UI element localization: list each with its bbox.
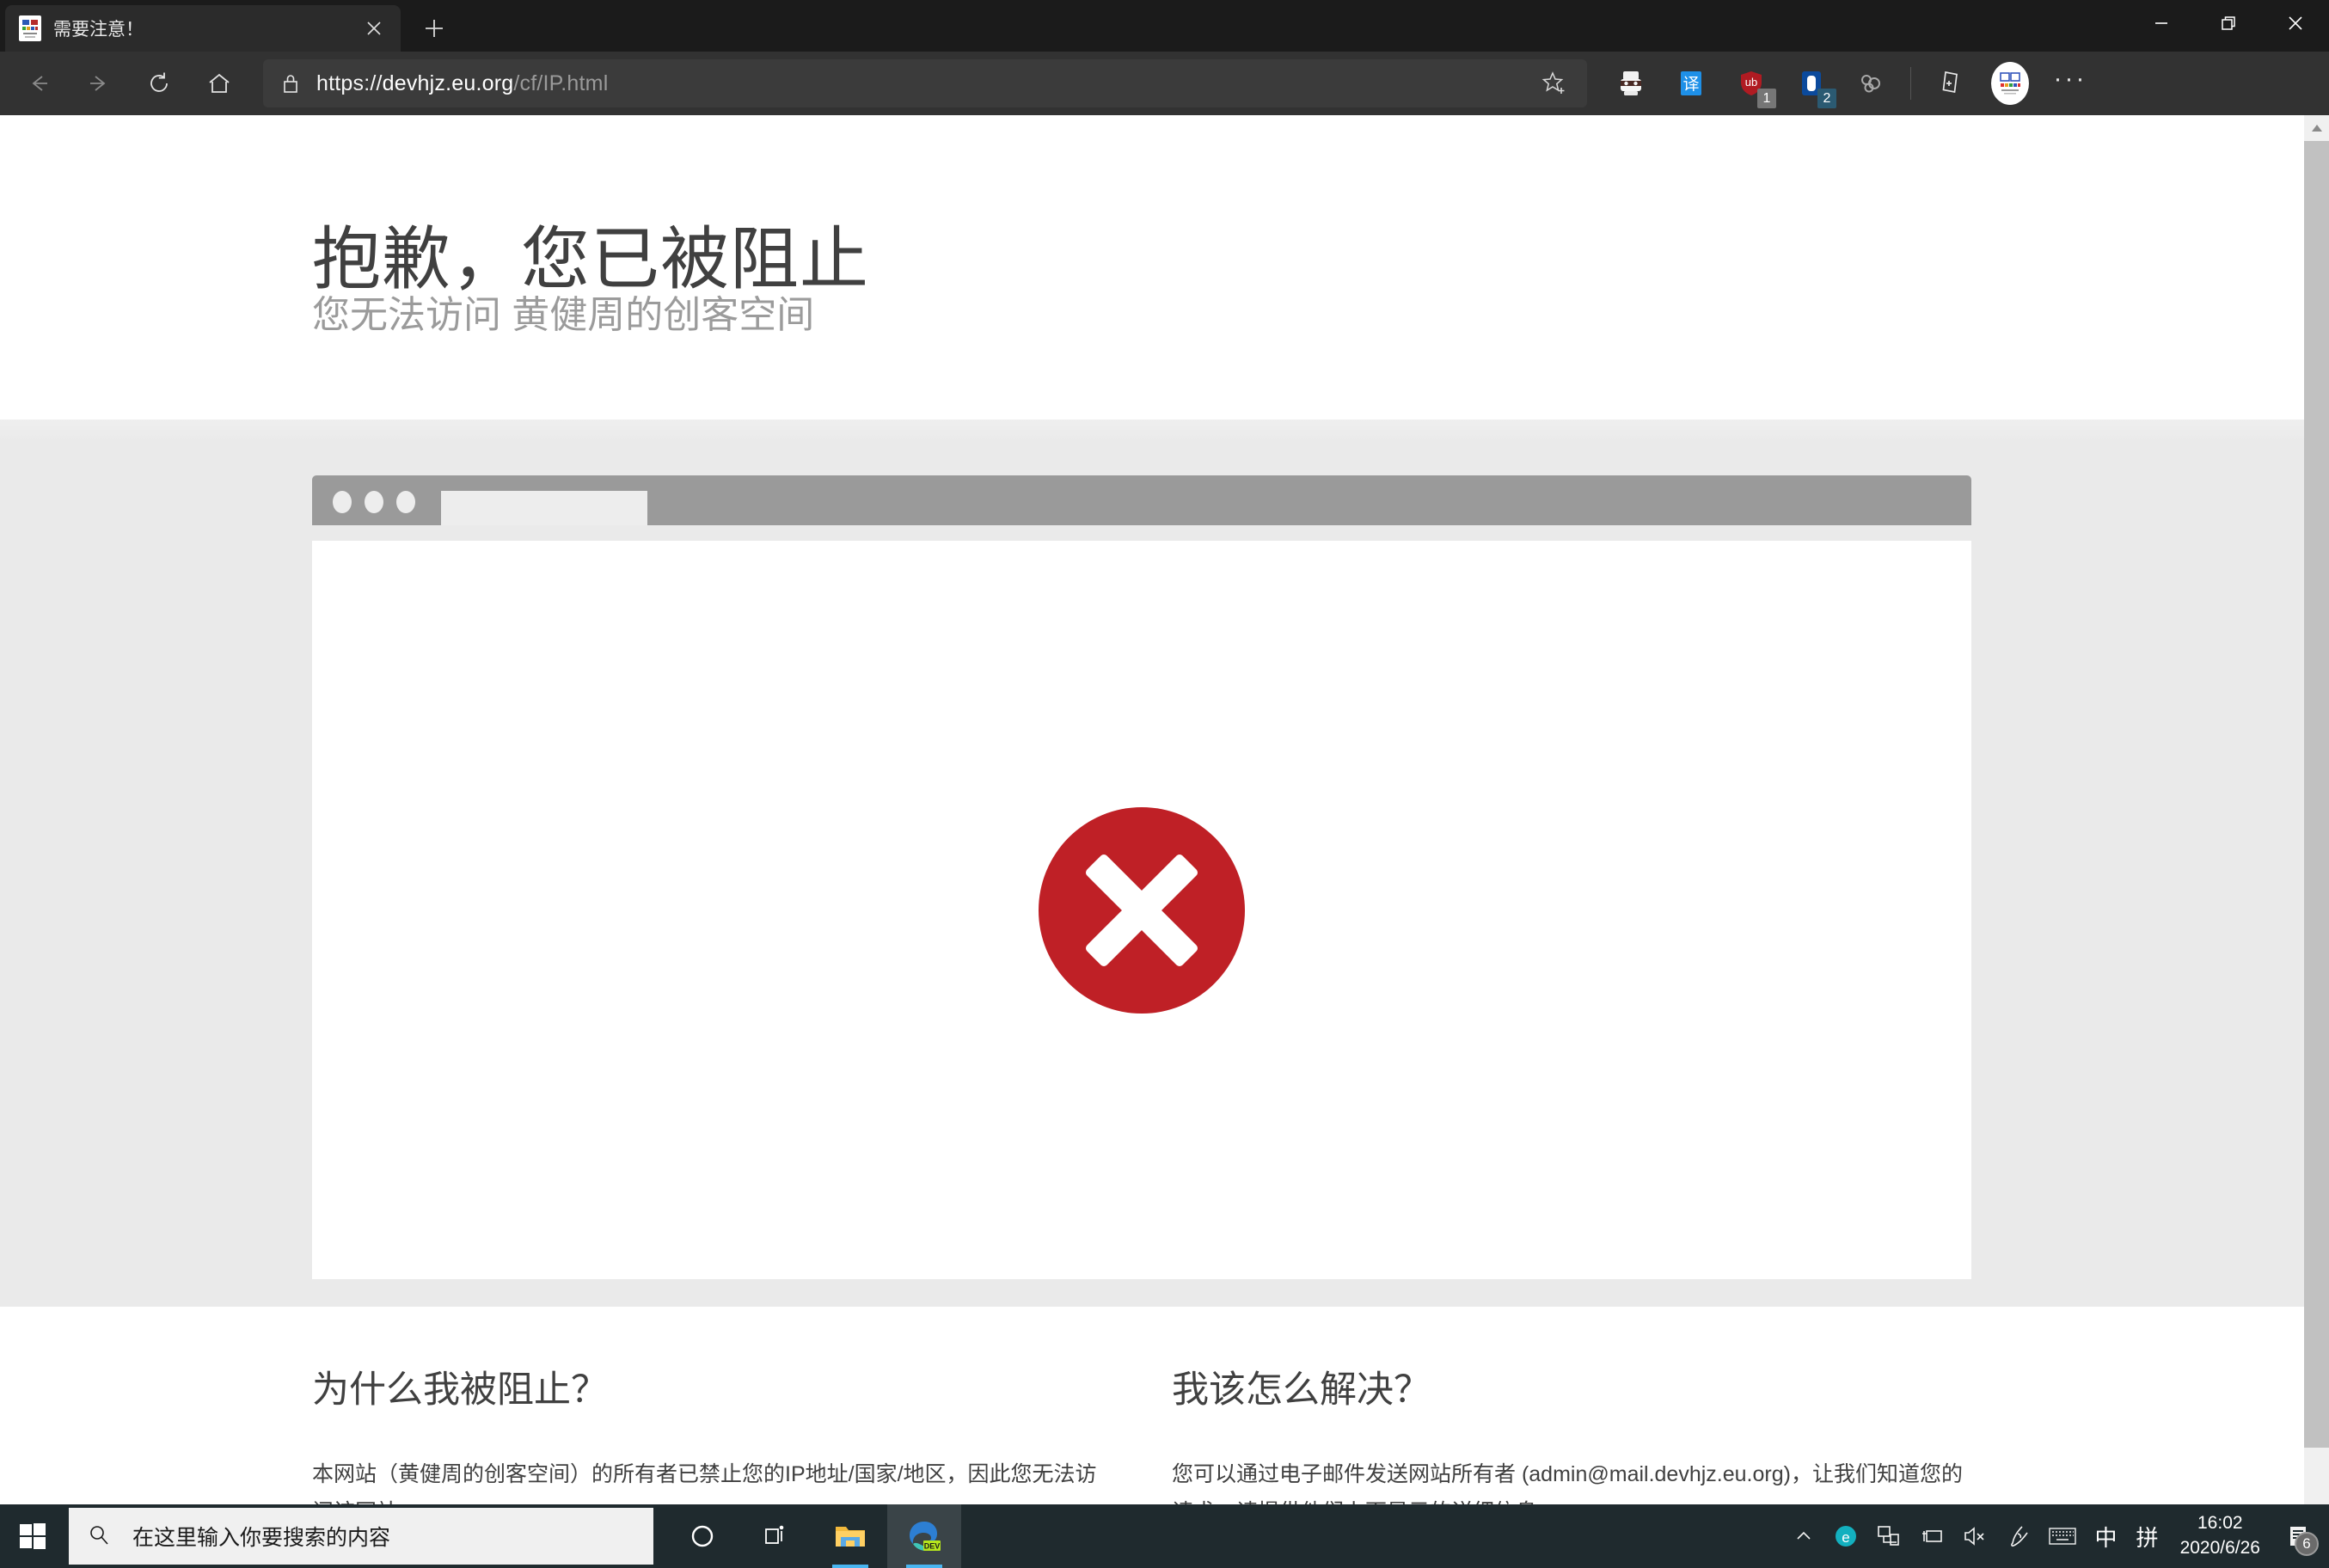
app-running-underline xyxy=(832,1565,868,1568)
mock-dot-2 xyxy=(365,491,383,513)
new-tab-button[interactable] xyxy=(414,9,454,48)
svg-text:e: e xyxy=(1842,1529,1849,1546)
windows-taskbar: 在这里输入你要搜索的内容 DEV e 中 拼 16:02 2020/6/26 6 xyxy=(0,1504,2329,1568)
search-placeholder: 在这里输入你要搜索的内容 xyxy=(132,1526,391,1550)
edge-dev-icon[interactable]: DEV xyxy=(887,1504,961,1568)
mock-dot-3 xyxy=(396,491,415,513)
tab-close-icon[interactable] xyxy=(359,14,389,43)
tab-title: 需要注意！ xyxy=(53,20,144,40)
notification-icon[interactable]: 6 xyxy=(2272,1504,2324,1568)
chevron-up-icon[interactable] xyxy=(1783,1504,1824,1568)
lock-icon xyxy=(279,72,303,95)
browser-titlebar: 需要注意！ xyxy=(0,0,2329,52)
back-button[interactable] xyxy=(12,57,65,110)
avatar xyxy=(1991,62,2029,105)
restore-button[interactable] xyxy=(2195,0,2262,46)
page-subtitle: 您无法访问 黄健周的创客空间 xyxy=(312,294,815,336)
page-header: 抱歉，您已被阻止 您无法访问 黄健周的创客空间 xyxy=(0,115,2304,420)
mock-browser-chrome xyxy=(312,475,1971,525)
volume-muted-icon[interactable] xyxy=(1953,1504,1996,1568)
home-button[interactable] xyxy=(193,57,246,110)
mock-dot-1 xyxy=(333,491,352,513)
mock-browser-body xyxy=(312,541,1971,1279)
address-bar[interactable]: https://devhjz.eu.org/cf/IP.html xyxy=(263,59,1587,107)
task-view-icon[interactable] xyxy=(739,1504,813,1568)
scrollbar-thumb[interactable] xyxy=(2304,141,2329,1448)
window-controls xyxy=(2128,0,2329,46)
cortana-icon[interactable] xyxy=(665,1504,739,1568)
address-bar-url: https://devhjz.eu.org/cf/IP.html xyxy=(316,71,608,96)
edge-tray-icon[interactable]: e xyxy=(1824,1504,1867,1568)
app-running-underline xyxy=(906,1565,942,1568)
ime-mode-indicator[interactable]: 中 xyxy=(2086,1504,2127,1568)
system-tray: e 中 拼 16:02 2020/6/26 6 xyxy=(1783,1504,2329,1568)
url-scheme: https:// xyxy=(316,70,383,95)
ime-pinyin-indicator[interactable]: 拼 xyxy=(2127,1504,2168,1568)
scroll-up-arrow[interactable] xyxy=(2304,115,2329,141)
touch-keyboard-icon[interactable] xyxy=(2039,1504,2086,1568)
browser-toolbar: https://devhjz.eu.org/cf/IP.html 译 ub 1 … xyxy=(0,52,2329,115)
extensions-strip: 译 ub 1 2 ··· xyxy=(1601,57,2100,110)
url-host: devhjz.eu.org xyxy=(382,70,514,95)
search-input[interactable]: 在这里输入你要搜索的内容 xyxy=(69,1508,653,1565)
refresh-button[interactable] xyxy=(132,57,186,110)
browser-tab[interactable]: 需要注意！ xyxy=(5,5,401,52)
forward-button[interactable] xyxy=(72,57,126,110)
adblock-mask-icon[interactable] xyxy=(1604,57,1658,110)
pen-icon[interactable] xyxy=(1996,1504,2039,1568)
browser-window: 需要注意！ https://devhjz.eu.org/cf/IP.html 译… xyxy=(0,0,2329,1568)
clock-time: 16:02 xyxy=(2197,1513,2243,1534)
taskbar-clock[interactable]: 16:02 2020/6/26 xyxy=(2168,1504,2272,1568)
more-ellipsis-icon[interactable]: ··· xyxy=(2044,57,2097,110)
why-blocked-title: 为什么我被阻止？ xyxy=(312,1369,608,1411)
star-add-icon[interactable] xyxy=(1537,70,1572,96)
notification-count: 6 xyxy=(2295,1532,2319,1556)
network-icon[interactable] xyxy=(1867,1504,1910,1568)
resolution-title: 我该怎么解决？ xyxy=(1172,1369,1431,1411)
profile-avatar[interactable] xyxy=(1983,57,2037,110)
minimize-button[interactable] xyxy=(2128,0,2195,46)
svg-text:DEV: DEV xyxy=(924,1542,941,1551)
tampermonkey-badge: 2 xyxy=(1817,89,1836,108)
translate-icon[interactable]: 译 xyxy=(1664,57,1718,110)
file-explorer-icon[interactable] xyxy=(813,1504,887,1568)
mock-browser-window xyxy=(312,475,1971,1279)
search-icon xyxy=(88,1523,110,1550)
taskbar-apps: DEV xyxy=(665,1504,961,1568)
svg-text:译: 译 xyxy=(1682,75,1699,94)
clock-date: 2020/6/26 xyxy=(2179,1538,2260,1558)
ublock-badge: 1 xyxy=(1757,89,1776,108)
mock-tab xyxy=(441,491,647,525)
collections-icon[interactable] xyxy=(1923,57,1977,110)
illustration-band xyxy=(0,420,2304,1307)
close-button[interactable] xyxy=(2262,0,2329,46)
chainlink-icon[interactable] xyxy=(1845,57,1898,110)
url-path: /cf/IP.html xyxy=(513,70,609,95)
page-viewport: 抱歉，您已被阻止 您无法访问 黄健周的创客空间 为什么我被阻止？ 本网站（黄健周… xyxy=(0,115,2329,1568)
svg-text:ub: ub xyxy=(1745,76,1757,89)
page-scrollbar[interactable] xyxy=(2304,115,2329,1568)
site-favicon xyxy=(19,15,41,41)
windows-start-icon[interactable] xyxy=(0,1504,65,1568)
battery-icon[interactable] xyxy=(1910,1504,1953,1568)
error-cross-icon xyxy=(1039,806,1245,1014)
ublock-shield-icon[interactable]: ub 1 xyxy=(1725,57,1778,110)
tampermonkey-icon[interactable]: 2 xyxy=(1785,57,1838,110)
toolbar-divider xyxy=(1910,67,1911,100)
